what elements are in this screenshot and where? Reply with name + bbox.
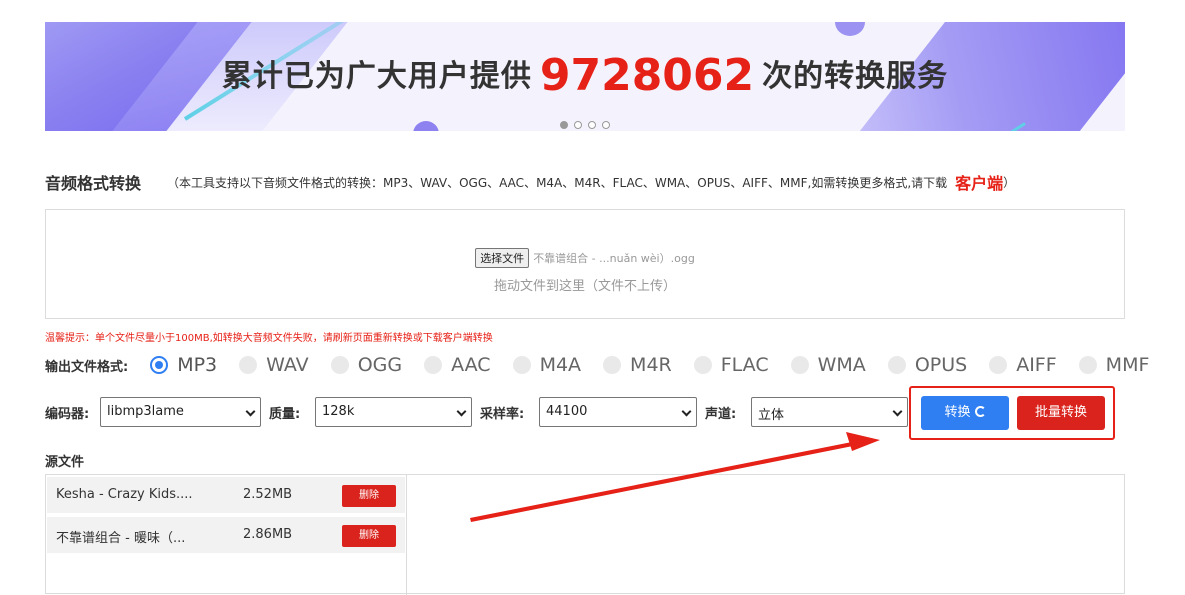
format-radio-mmf[interactable]: MMF — [1078, 354, 1149, 376]
choose-file-button[interactable]: 选择文件 — [475, 248, 530, 268]
file-size: 2.52MB — [243, 487, 293, 502]
format-radio-wav[interactable]: WAV — [239, 354, 309, 376]
highlight-box: 转换 批量转换 — [909, 386, 1115, 440]
quality-label: 质量: — [269, 407, 301, 422]
stats-banner: 累计已为广大用户提供 9728062 次的转换服务 — [45, 22, 1125, 131]
carousel-dot[interactable] — [602, 121, 610, 129]
format-radio-aac[interactable]: AAC — [424, 354, 491, 376]
format-radio-aiff[interactable]: AIFF — [989, 354, 1057, 376]
file-size: 2.86MB — [243, 527, 293, 542]
file-input-line: 选择文件 不靠谱组合 - ...nuǎn wèi）.ogg — [46, 248, 1124, 268]
radio-icon — [424, 356, 443, 374]
convert-button[interactable]: 转换 — [921, 396, 1009, 430]
radio-icon — [603, 356, 622, 374]
radio-icon — [330, 356, 349, 374]
chevron-down-icon — [456, 406, 467, 417]
radio-checked-icon — [150, 356, 169, 374]
chosen-file-name: 不靠谱组合 - ...nuǎn wèi）.ogg — [533, 252, 695, 265]
page-title: 音频格式转换 — [45, 174, 142, 193]
channel-label: 声道: — [705, 407, 737, 422]
radio-icon — [693, 356, 712, 374]
source-files-title: 源文件 — [45, 455, 85, 470]
chevron-down-icon — [681, 406, 692, 417]
format-radio-ogg[interactable]: OGG — [330, 354, 402, 376]
output-format-group: 输出文件格式: MP3 WAV OGG AAC M4A M4R FLAC WMA… — [45, 352, 1149, 378]
radio-icon — [989, 356, 1008, 374]
carousel-dot[interactable] — [560, 121, 568, 129]
radio-icon — [1078, 356, 1097, 374]
file-name: 不靠谱组合 - 暖味（... — [56, 531, 186, 546]
radio-icon — [887, 356, 906, 374]
carousel-dot[interactable] — [588, 121, 596, 129]
delete-button[interactable]: 删除 — [342, 485, 396, 507]
format-radio-flac[interactable]: FLAC — [693, 354, 769, 376]
delete-button[interactable]: 删除 — [342, 525, 396, 547]
encoder-select[interactable]: libmp3lame — [100, 397, 261, 427]
format-radio-m4r[interactable]: M4R — [603, 354, 672, 376]
banner-suffix: 次的转换服务 — [762, 59, 949, 94]
drop-hint: 拖动文件到这里（文件不上传） — [493, 279, 676, 294]
batch-convert-button[interactable]: 批量转换 — [1017, 396, 1105, 430]
quality-select[interactable]: 128k — [315, 397, 472, 427]
format-radio-opus[interactable]: OPUS — [887, 354, 967, 376]
radio-icon — [239, 356, 258, 374]
banner-prefix: 累计已为广大用户提供 — [221, 59, 532, 94]
arrow-head — [846, 432, 880, 451]
file-row[interactable]: Kesha - Crazy Kids.... 2.52MB 删除 — [47, 477, 405, 513]
radio-icon — [512, 356, 531, 374]
output-format-label: 输出文件格式: — [45, 359, 129, 375]
radio-icon — [790, 356, 809, 374]
samplerate-label: 采样率: — [480, 407, 525, 422]
file-list: Kesha - Crazy Kids.... 2.52MB 删除 不靠谱组合 -… — [46, 475, 407, 595]
client-download-link[interactable]: 客户端 — [955, 174, 1003, 193]
file-name: Kesha - Crazy Kids.... — [56, 487, 193, 502]
channel-select[interactable]: 立体 — [751, 397, 908, 427]
carousel-dot[interactable] — [574, 121, 582, 129]
service-count: 9728062 — [539, 50, 755, 101]
encoder-label: 编码器: — [45, 407, 90, 422]
format-radio-wma[interactable]: WMA — [790, 354, 866, 376]
file-row[interactable]: 不靠谱组合 - 暖味（... 2.86MB 删除 — [47, 517, 405, 553]
samplerate-select[interactable]: 44100 — [539, 397, 697, 427]
chevron-down-icon — [892, 406, 903, 417]
close-paren: ） — [1003, 175, 1016, 190]
chevron-down-icon — [245, 406, 256, 417]
file-drop-zone[interactable]: 选择文件 不靠谱组合 - ...nuǎn wèi）.ogg 拖动文件到这里（文件不… — [45, 209, 1125, 319]
refresh-icon — [974, 406, 986, 417]
warning-text: 温馨提示：单个文件尽量小于100MB,如转换大音频文件失败，请刷新页面重新转换或… — [45, 333, 493, 344]
supported-formats-text: （本工具支持以下音频文件格式的转换：MP3、WAV、OGG、AAC、M4A、M4… — [167, 175, 948, 190]
banner-decoration — [835, 22, 865, 36]
carousel-dots — [45, 114, 1125, 129]
banner-headline: 累计已为广大用户提供 9728062 次的转换服务 — [45, 50, 1125, 101]
source-files-panel: Kesha - Crazy Kids.... 2.52MB 删除 不靠谱组合 -… — [45, 474, 1125, 595]
format-radio-m4a[interactable]: M4A — [512, 354, 581, 376]
format-radio-mp3[interactable]: MP3 — [150, 354, 217, 376]
tool-header: 音频格式转换 （本工具支持以下音频文件格式的转换：MP3、WAV、OGG、AAC、… — [45, 170, 1145, 194]
